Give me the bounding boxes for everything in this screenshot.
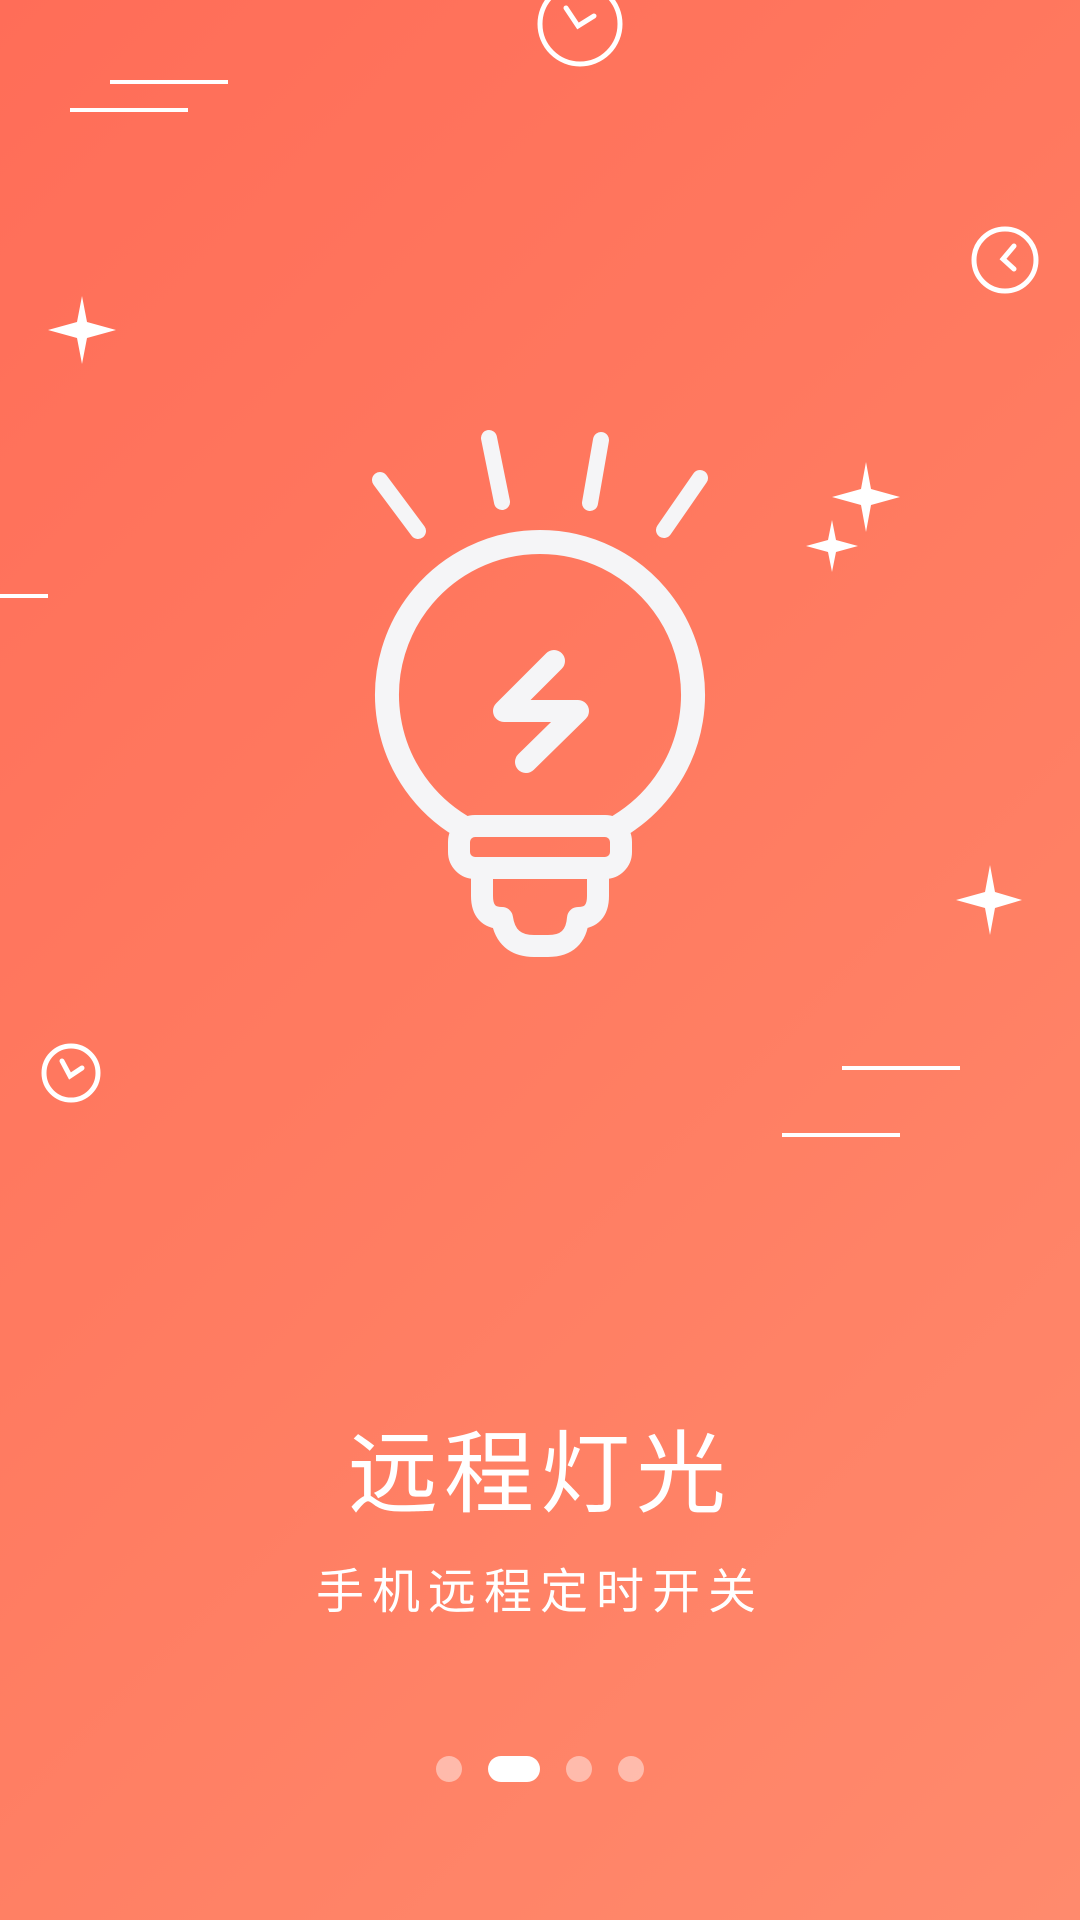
clock-icon bbox=[537, 0, 623, 67]
page-indicator-dot[interactable] bbox=[618, 1756, 644, 1782]
sparkle-icon bbox=[48, 296, 116, 364]
clock-icon bbox=[41, 1043, 101, 1103]
page-indicator-dot[interactable] bbox=[436, 1756, 462, 1782]
page-subtitle: 手机远程定时开关 bbox=[315, 1564, 764, 1620]
page-indicator[interactable] bbox=[0, 1755, 1080, 1783]
sparkle-icon bbox=[956, 865, 1022, 935]
sparkle-icon bbox=[832, 462, 900, 532]
onboarding-screen[interactable]: 远程灯光 手机远程定时开关 bbox=[0, 0, 1080, 1920]
onboarding-text: 远程灯光 手机远程定时开关 bbox=[0, 1420, 1080, 1622]
sparkle-icon bbox=[806, 520, 858, 572]
page-indicator-dot[interactable] bbox=[566, 1756, 592, 1782]
page-indicator-dot[interactable] bbox=[488, 1756, 540, 1782]
clock-icon bbox=[971, 226, 1039, 294]
page-title: 远程灯光 bbox=[348, 1422, 732, 1527]
light-bulb-bolt-icon bbox=[372, 430, 708, 957]
